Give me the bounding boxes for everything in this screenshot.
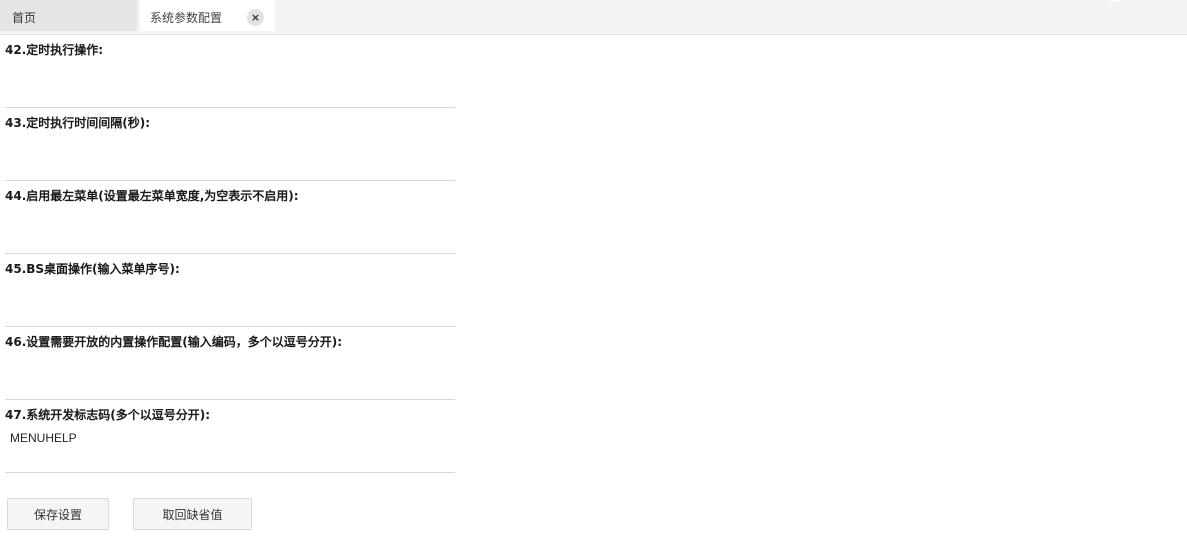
builtin-operations-input[interactable] [5,349,453,381]
tab-home[interactable]: 首页 [0,0,137,31]
field-label: 47.系统开发标志码(多个以逗号分开): [5,408,211,422]
field-label: 43.定时执行时间间隔(秒): [5,116,151,130]
field-bs-desktop: 45.BS桌面操作(输入菜单序号): [5,254,455,327]
tab-system-params-label: 系统参数配置 [150,11,223,25]
field-builtin-operations: 46.设置需要开放的内置操作配置(输入编码，多个以逗号分开): [5,327,455,400]
tab-system-params[interactable]: 系统参数配置 × [140,0,275,31]
tab-bar: 首页 系统参数配置 × [0,0,1187,35]
tab-home-label: 首页 [12,11,37,25]
field-scheduled-operation: 42.定时执行操作: [5,35,455,108]
field-dev-flags: 47.系统开发标志码(多个以逗号分开): [5,400,455,473]
scheduled-operation-input[interactable] [5,57,453,89]
corner-decoration [1104,0,1126,2]
scheduled-interval-input[interactable] [5,130,453,162]
field-label: 42.定时执行操作: [5,43,104,57]
field-label: 44.启用最左菜单(设置最左菜单宽度,为空表示不启用): [5,189,299,203]
close-icon[interactable]: × [247,9,264,26]
dev-flags-input[interactable] [5,422,453,454]
leftmost-menu-input[interactable] [5,203,453,235]
save-settings-button[interactable]: 保存设置 [7,498,109,530]
field-leftmost-menu: 44.启用最左菜单(设置最左菜单宽度,为空表示不启用): [5,181,455,254]
field-scheduled-interval: 43.定时执行时间间隔(秒): [5,108,455,181]
field-label: 46.设置需要开放的内置操作配置(输入编码，多个以逗号分开): [5,335,343,349]
field-label: 45.BS桌面操作(输入菜单序号): [5,262,180,276]
restore-defaults-button[interactable]: 取回缺省值 [133,498,252,530]
bs-desktop-input[interactable] [5,276,453,308]
